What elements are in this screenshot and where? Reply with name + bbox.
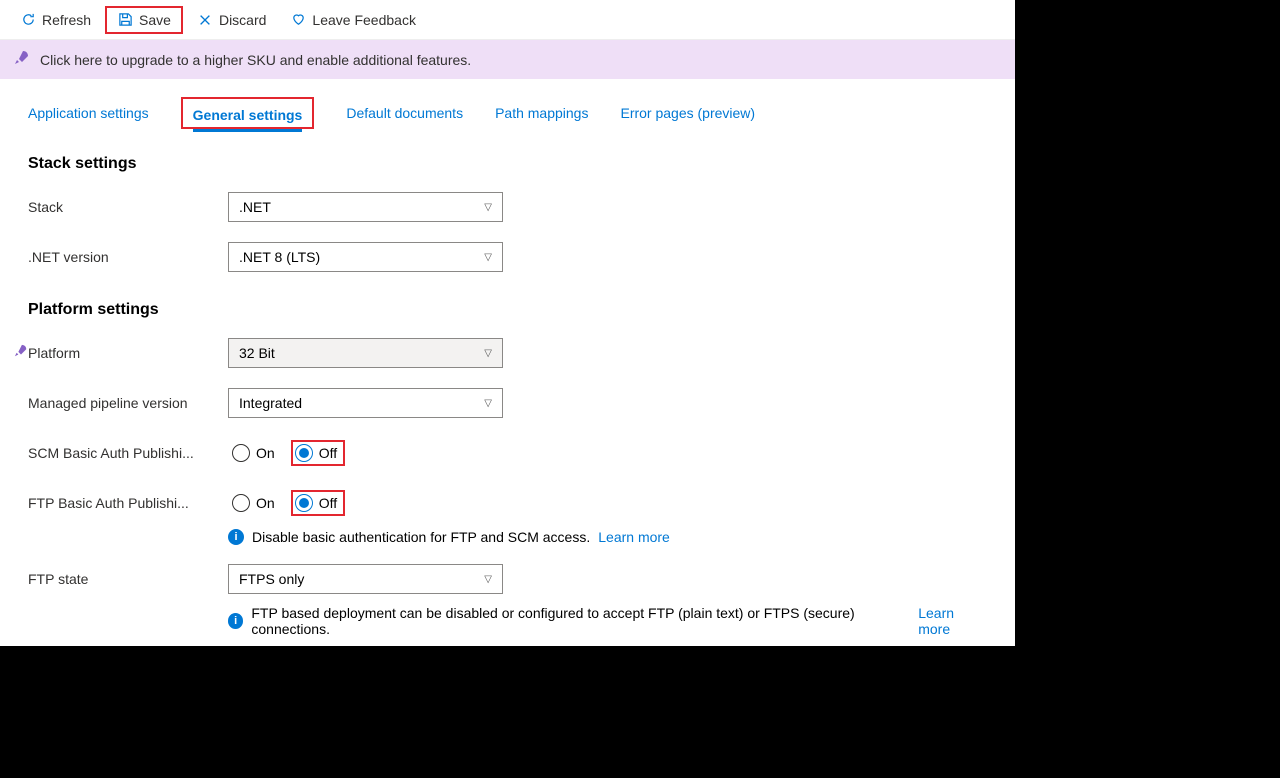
- netversion-value: .NET 8 (LTS): [239, 249, 320, 265]
- ftpstate-value: FTPS only: [239, 571, 304, 587]
- basicauth-learnmore-link[interactable]: Learn more: [598, 529, 670, 545]
- discard-button[interactable]: Discard: [187, 8, 276, 32]
- ftp-helper-text: FTP based deployment can be disabled or …: [251, 605, 910, 637]
- content-area: Stack settings Stack .NET ▽ .NET version…: [0, 155, 1015, 646]
- netversion-select[interactable]: .NET 8 (LTS) ▽: [228, 242, 503, 272]
- ftpstate-select[interactable]: FTPS only ▽: [228, 564, 503, 594]
- stack-value: .NET: [239, 199, 271, 215]
- scm-label: SCM Basic Auth Publishi...: [28, 445, 228, 461]
- banner-text: Click here to upgrade to a higher SKU an…: [40, 52, 471, 68]
- platform-section-title: Platform settings: [28, 301, 987, 319]
- stack-section-title: Stack settings: [28, 155, 987, 173]
- save-button[interactable]: Save: [105, 6, 183, 34]
- radio-icon: [295, 444, 313, 462]
- stack-label: Stack: [28, 199, 228, 215]
- stack-select[interactable]: .NET ▽: [228, 192, 503, 222]
- basicauth-helper-text: Disable basic authentication for FTP and…: [252, 529, 590, 545]
- on-label: On: [256, 495, 275, 511]
- tab-bar: Application settings General settings De…: [0, 79, 1015, 143]
- scm-on-radio[interactable]: On: [228, 440, 279, 466]
- tab-default-documents[interactable]: Default documents: [346, 105, 463, 121]
- save-label: Save: [139, 12, 171, 28]
- tab-general-settings[interactable]: General settings: [193, 107, 303, 132]
- tab-application-settings[interactable]: Application settings: [28, 105, 149, 121]
- tab-error-pages[interactable]: Error pages (preview): [620, 105, 755, 121]
- platform-label: Platform: [28, 345, 228, 361]
- discard-label: Discard: [219, 12, 266, 28]
- radio-icon: [232, 444, 250, 462]
- ftp-label: FTP Basic Auth Publishi...: [28, 495, 228, 511]
- ftp-off-highlight: Off: [291, 490, 345, 516]
- chevron-down-icon: ▽: [484, 398, 492, 409]
- netversion-label: .NET version: [28, 249, 228, 265]
- upgrade-banner[interactable]: Click here to upgrade to a higher SKU an…: [0, 40, 1015, 79]
- ftp-off-radio[interactable]: Off: [295, 494, 337, 512]
- chevron-down-icon: ▽: [484, 252, 492, 263]
- rocket-icon: [14, 50, 30, 69]
- info-icon: i: [228, 529, 244, 545]
- scm-off-highlight: Off: [291, 440, 345, 466]
- feedback-button[interactable]: Leave Feedback: [280, 8, 426, 32]
- scm-off-radio[interactable]: Off: [295, 444, 337, 462]
- platform-value: 32 Bit: [239, 345, 275, 361]
- chevron-down-icon: ▽: [484, 348, 492, 359]
- tab-path-mappings[interactable]: Path mappings: [495, 105, 588, 121]
- pipeline-value: Integrated: [239, 395, 302, 411]
- off-label: Off: [319, 495, 337, 511]
- chevron-down-icon: ▽: [484, 202, 492, 213]
- info-icon: i: [228, 613, 243, 629]
- feedback-label: Leave Feedback: [312, 12, 416, 28]
- refresh-button[interactable]: Refresh: [10, 8, 101, 32]
- refresh-icon: [20, 12, 36, 28]
- on-label: On: [256, 445, 275, 461]
- ftp-learnmore-link[interactable]: Learn more: [918, 605, 987, 637]
- radio-icon: [295, 494, 313, 512]
- platform-select[interactable]: 32 Bit ▽: [228, 338, 503, 368]
- toolbar: Refresh Save Discard Leave Feedback: [0, 0, 1015, 40]
- pipeline-label: Managed pipeline version: [28, 395, 228, 411]
- ftp-on-radio[interactable]: On: [228, 490, 279, 516]
- chevron-down-icon: ▽: [484, 574, 492, 585]
- ftpstate-label: FTP state: [28, 571, 228, 587]
- save-icon: [117, 12, 133, 28]
- pipeline-select[interactable]: Integrated ▽: [228, 388, 503, 418]
- radio-icon: [232, 494, 250, 512]
- tab-general-settings-highlight: General settings: [181, 97, 315, 129]
- discard-icon: [197, 12, 213, 28]
- refresh-label: Refresh: [42, 12, 91, 28]
- rocket-icon: [14, 344, 28, 363]
- heart-icon: [290, 12, 306, 28]
- off-label: Off: [319, 445, 337, 461]
